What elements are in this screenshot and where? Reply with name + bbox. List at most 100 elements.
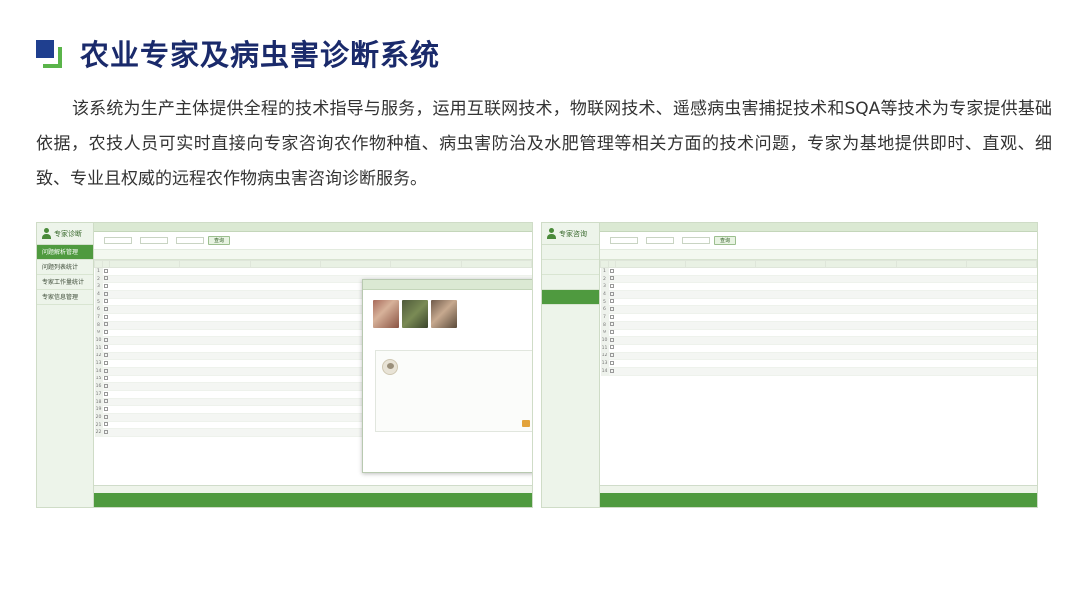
column-header[interactable] — [600, 260, 609, 268]
row-checkbox[interactable] — [102, 375, 110, 384]
column-header[interactable] — [965, 260, 1037, 268]
table-row[interactable]: 3 — [600, 282, 1037, 292]
row-checkbox[interactable] — [102, 405, 110, 415]
checkbox-icon[interactable] — [104, 299, 108, 304]
row-checkbox[interactable] — [102, 321, 110, 330]
sidebar-item[interactable] — [542, 290, 599, 305]
checkbox-icon[interactable] — [610, 368, 614, 373]
sidebar-item[interactable]: 问题列表统计 — [37, 260, 93, 275]
row-checkbox[interactable] — [608, 282, 616, 292]
table-row[interactable]: 2 — [600, 275, 1037, 284]
table-row[interactable]: 10 — [600, 336, 1037, 345]
date-end-input[interactable] — [176, 237, 204, 244]
table-row[interactable]: 4 — [600, 290, 1037, 299]
sidebar-item[interactable]: 专家信息管理 — [37, 290, 93, 305]
table-row[interactable]: 8 — [600, 321, 1037, 330]
checkbox-icon[interactable] — [610, 283, 614, 288]
checkbox-icon[interactable] — [610, 307, 614, 312]
checkbox-icon[interactable] — [104, 360, 108, 365]
table-row[interactable]: 6 — [600, 305, 1037, 315]
row-checkbox[interactable] — [608, 313, 616, 322]
table-row[interactable]: 9 — [600, 329, 1037, 338]
row-checkbox[interactable] — [102, 344, 110, 353]
table-row[interactable]: 5 — [600, 298, 1037, 307]
row-checkbox[interactable] — [102, 367, 110, 376]
row-checkbox[interactable] — [102, 290, 110, 299]
table-row[interactable]: 14 — [600, 367, 1037, 376]
checkbox-icon[interactable] — [104, 376, 108, 381]
field-c-input[interactable] — [682, 237, 710, 244]
column-header[interactable] — [390, 260, 462, 268]
sidebar-item[interactable]: 专家工作量统计 — [37, 275, 93, 290]
checkbox-icon[interactable] — [104, 383, 108, 388]
row-checkbox[interactable] — [608, 367, 616, 376]
checkbox-icon[interactable] — [610, 268, 614, 273]
row-checkbox[interactable] — [102, 305, 110, 315]
crop-photo[interactable] — [373, 300, 399, 328]
checkbox-icon[interactable] — [104, 414, 108, 419]
row-checkbox[interactable] — [608, 321, 616, 330]
checkbox-icon[interactable] — [610, 322, 614, 327]
checkbox-icon[interactable] — [104, 368, 108, 373]
table-row[interactable]: 11 — [600, 344, 1037, 353]
checkbox-icon[interactable] — [104, 430, 108, 435]
row-checkbox[interactable] — [608, 336, 616, 345]
row-checkbox[interactable] — [608, 359, 616, 368]
row-checkbox[interactable] — [608, 305, 616, 315]
checkbox-icon[interactable] — [610, 345, 614, 350]
column-header[interactable] — [319, 260, 392, 268]
column-header[interactable] — [614, 260, 687, 268]
row-checkbox[interactable] — [102, 352, 110, 361]
field-a-input[interactable] — [104, 237, 132, 244]
row-checkbox[interactable] — [608, 298, 616, 307]
checkbox-icon[interactable] — [104, 330, 108, 335]
sidebar-item[interactable] — [542, 260, 599, 275]
row-checkbox[interactable] — [608, 290, 616, 299]
column-header[interactable] — [102, 260, 110, 268]
date-start-input[interactable] — [140, 237, 168, 244]
checkbox-icon[interactable] — [104, 337, 108, 342]
row-checkbox[interactable] — [608, 344, 616, 353]
checkbox-icon[interactable] — [104, 422, 108, 427]
column-header[interactable] — [895, 260, 967, 268]
column-header[interactable] — [108, 260, 181, 268]
checkbox-icon[interactable] — [104, 268, 108, 273]
search-button[interactable]: 查询 — [714, 236, 737, 245]
table-row[interactable]: 1 — [94, 267, 532, 276]
checkbox-icon[interactable] — [104, 345, 108, 350]
row-checkbox[interactable] — [102, 359, 110, 368]
checkbox-icon[interactable] — [610, 337, 614, 342]
field-b-select[interactable] — [646, 237, 674, 244]
row-checkbox[interactable] — [102, 267, 110, 276]
row-checkbox[interactable] — [102, 398, 110, 407]
column-header[interactable] — [249, 260, 321, 268]
checkbox-icon[interactable] — [610, 353, 614, 358]
row-checkbox[interactable] — [102, 382, 110, 391]
checkbox-icon[interactable] — [104, 391, 108, 396]
checkbox-icon[interactable] — [104, 283, 108, 288]
row-checkbox[interactable] — [102, 336, 110, 345]
checkbox-icon[interactable] — [104, 399, 108, 404]
column-header[interactable] — [460, 260, 532, 268]
table-row[interactable]: 7 — [600, 313, 1037, 322]
column-header[interactable] — [685, 260, 757, 268]
column-header[interactable] — [608, 260, 616, 268]
row-checkbox[interactable] — [608, 275, 616, 284]
row-checkbox[interactable] — [102, 298, 110, 307]
checkbox-icon[interactable] — [104, 322, 108, 327]
table-row[interactable]: 13 — [600, 359, 1037, 368]
checkbox-icon[interactable] — [104, 353, 108, 358]
checkbox-icon[interactable] — [104, 291, 108, 296]
row-checkbox[interactable] — [102, 421, 110, 430]
column-header[interactable] — [94, 260, 103, 268]
field-a-select[interactable] — [610, 237, 638, 244]
row-checkbox[interactable] — [608, 352, 616, 361]
checkbox-icon[interactable] — [610, 291, 614, 296]
search-button[interactable]: 查询 — [208, 236, 231, 245]
checkbox-icon[interactable] — [610, 360, 614, 365]
row-checkbox[interactable] — [102, 390, 110, 399]
checkbox-icon[interactable] — [104, 276, 108, 281]
checkbox-icon[interactable] — [610, 330, 614, 335]
row-checkbox[interactable] — [102, 329, 110, 338]
row-checkbox[interactable] — [608, 329, 616, 338]
